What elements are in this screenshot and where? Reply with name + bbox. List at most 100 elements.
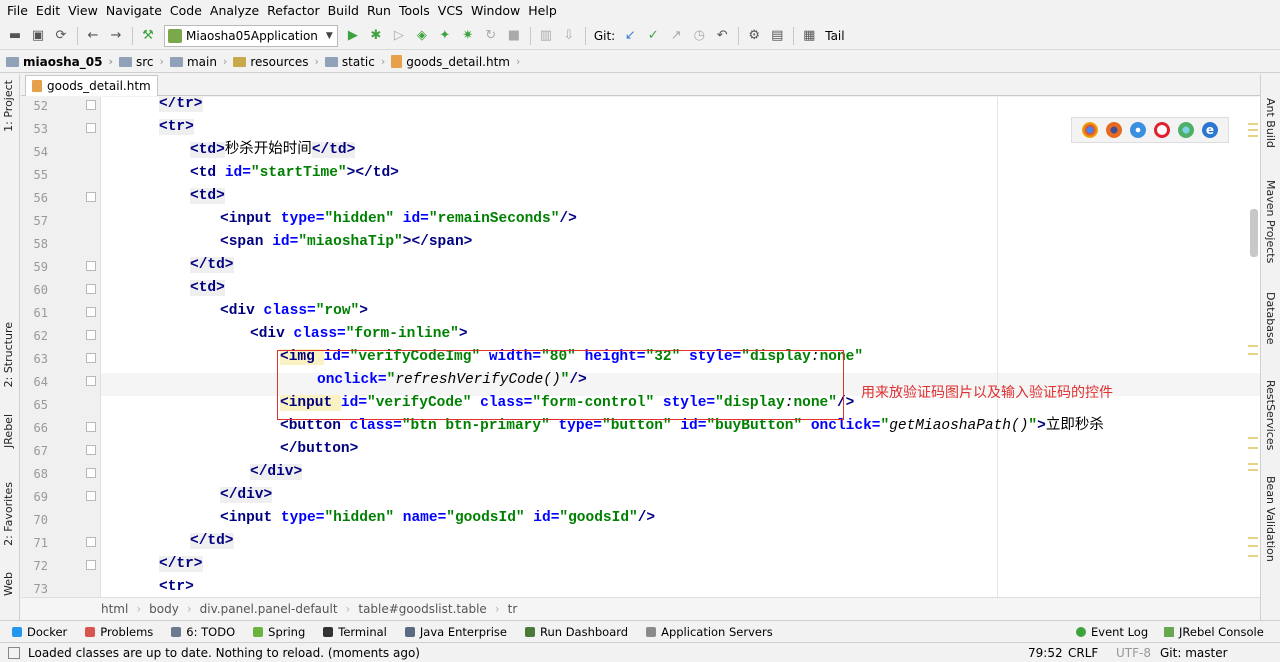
stripe-mark[interactable] bbox=[1248, 129, 1258, 131]
tool-tab-web[interactable]: Web bbox=[2, 572, 15, 596]
breadcrumb-tr[interactable]: tr bbox=[508, 602, 518, 616]
tool-run-dashboard[interactable]: Run Dashboard bbox=[524, 625, 628, 639]
run-icon[interactable]: ▶ bbox=[342, 25, 364, 47]
tool-jrebel-console[interactable]: JRebel Console bbox=[1164, 621, 1264, 643]
tool-event-log[interactable]: Event Log bbox=[1076, 621, 1148, 643]
menu-window[interactable]: Window bbox=[467, 0, 524, 22]
project-structure-icon[interactable]: ▤ bbox=[766, 25, 788, 47]
stripe-mark[interactable] bbox=[1248, 469, 1258, 471]
tool-tab-bean-validation[interactable]: Bean Validation bbox=[1264, 476, 1277, 562]
opera-icon[interactable] bbox=[1154, 122, 1170, 138]
menu-run[interactable]: Run bbox=[363, 0, 395, 22]
stripe-mark[interactable] bbox=[1248, 437, 1258, 439]
stripe-mark[interactable] bbox=[1248, 123, 1258, 125]
deploy-icon[interactable]: ▥ bbox=[535, 25, 557, 47]
tool-java-enterprise[interactable]: Java Enterprise bbox=[404, 625, 507, 639]
build-hammer-icon[interactable]: ⚒ bbox=[137, 25, 159, 47]
fold-marker[interactable] bbox=[86, 261, 96, 271]
breadcrumb-div[interactable]: div.panel.panel-default bbox=[200, 602, 338, 616]
editor-tab-goods-detail[interactable]: goods_detail.htm bbox=[25, 75, 158, 96]
stripe-mark[interactable] bbox=[1248, 463, 1258, 465]
fold-marker[interactable] bbox=[86, 353, 96, 363]
fold-marker[interactable] bbox=[86, 491, 96, 501]
stripe-mark[interactable] bbox=[1248, 353, 1258, 355]
open-folder-icon[interactable]: ▬ bbox=[4, 25, 26, 47]
fold-marker[interactable] bbox=[86, 468, 96, 478]
debug-bug-icon[interactable]: ✱ bbox=[365, 25, 387, 47]
menu-code[interactable]: Code bbox=[166, 0, 206, 22]
vertical-scrollbar-thumb[interactable] bbox=[1250, 209, 1258, 257]
tool-tab-project[interactable]: 1: Project bbox=[2, 80, 15, 132]
fold-marker[interactable] bbox=[86, 100, 96, 110]
menu-analyze[interactable]: Analyze bbox=[206, 0, 263, 22]
tool-tab-database[interactable]: Database bbox=[1264, 292, 1277, 345]
fold-marker[interactable] bbox=[86, 445, 96, 455]
git-update-icon[interactable]: ↙ bbox=[619, 25, 641, 47]
menu-build[interactable]: Build bbox=[324, 0, 363, 22]
menu-help[interactable]: Help bbox=[524, 0, 561, 22]
fold-marker[interactable] bbox=[86, 307, 96, 317]
stripe-mark[interactable] bbox=[1248, 545, 1258, 547]
file-encoding[interactable]: UTF-8 bbox=[1116, 643, 1151, 662]
fold-marker[interactable] bbox=[86, 422, 96, 432]
crumb-file[interactable]: goods_detail.htm › bbox=[391, 55, 520, 69]
edge-icon[interactable]: e bbox=[1202, 122, 1218, 138]
stripe-mark[interactable] bbox=[1248, 537, 1258, 539]
breadcrumb-table[interactable]: table#goodslist.table bbox=[358, 602, 486, 616]
forward-arrow-icon[interactable]: → bbox=[105, 25, 127, 47]
stripe-mark[interactable] bbox=[1248, 345, 1258, 347]
back-arrow-icon[interactable]: ← bbox=[82, 25, 104, 47]
vcs-operations-icon[interactable]: ▦ bbox=[798, 25, 820, 47]
menu-view[interactable]: View bbox=[64, 0, 102, 22]
fold-marker[interactable] bbox=[86, 560, 96, 570]
stripe-mark[interactable] bbox=[1248, 135, 1258, 137]
git-revert-icon[interactable]: ↶ bbox=[711, 25, 733, 47]
tool-terminal[interactable]: Terminal bbox=[323, 625, 387, 639]
fold-marker[interactable] bbox=[86, 123, 96, 133]
fold-marker[interactable] bbox=[86, 376, 96, 386]
fold-marker[interactable] bbox=[86, 330, 96, 340]
menu-vcs[interactable]: VCS bbox=[434, 0, 467, 22]
breadcrumb-body[interactable]: body bbox=[149, 602, 179, 616]
menu-edit[interactable]: Edit bbox=[32, 0, 64, 22]
stripe-mark[interactable] bbox=[1248, 447, 1258, 449]
crumb-project[interactable]: miaosha_05 › bbox=[6, 55, 113, 69]
crumb-main[interactable]: main › bbox=[169, 55, 227, 69]
git-history-icon[interactable]: ◷ bbox=[688, 25, 710, 47]
fold-marker[interactable] bbox=[86, 537, 96, 547]
chrome-icon[interactable] bbox=[1082, 122, 1098, 138]
tool-problems[interactable]: Problems bbox=[85, 625, 153, 639]
ie-icon[interactable] bbox=[1178, 122, 1194, 138]
menu-refactor[interactable]: Refactor bbox=[263, 0, 323, 22]
tool-windows-toggle-icon[interactable] bbox=[8, 646, 20, 659]
run-configuration-select[interactable]: Miaosha05Application ▼ bbox=[164, 24, 338, 47]
coverage-icon[interactable]: ▷ bbox=[388, 25, 410, 47]
tool-tab-structure[interactable]: 2: Structure bbox=[2, 322, 15, 387]
sync-icon[interactable]: ⟳ bbox=[50, 25, 72, 47]
tool-tab-maven-projects[interactable]: Maven Projects bbox=[1264, 180, 1277, 263]
tool-todo[interactable]: 6: TODO bbox=[171, 625, 235, 639]
status-message[interactable]: Loaded classes are up to date. Nothing t… bbox=[28, 646, 420, 660]
jrebel-run-icon[interactable]: ✦ bbox=[434, 25, 456, 47]
menu-file[interactable]: File bbox=[3, 0, 32, 22]
fold-marker[interactable] bbox=[86, 192, 96, 202]
crumb-static[interactable]: static › bbox=[324, 55, 385, 69]
settings-wrench-icon[interactable]: ⚙ bbox=[743, 25, 765, 47]
caret-position[interactable]: 79:52 bbox=[1028, 643, 1063, 662]
stripe-mark[interactable] bbox=[1248, 555, 1258, 557]
tool-tab-jrebel[interactable]: JRebel bbox=[2, 414, 15, 448]
update-icon[interactable]: ⇩ bbox=[558, 25, 580, 47]
line-separator[interactable]: CRLF bbox=[1068, 643, 1098, 662]
git-push-icon[interactable]: ↗ bbox=[665, 25, 687, 47]
stop-icon[interactable]: ■ bbox=[503, 25, 525, 47]
menu-navigate[interactable]: Navigate bbox=[102, 0, 166, 22]
rerun-icon[interactable]: ↻ bbox=[480, 25, 502, 47]
menu-tools[interactable]: Tools bbox=[395, 0, 434, 22]
tool-spring[interactable]: Spring bbox=[253, 625, 305, 639]
git-branch[interactable]: Git: master bbox=[1160, 643, 1228, 662]
jrebel-debug-icon[interactable]: ✷ bbox=[457, 25, 479, 47]
tail-button[interactable]: Tail bbox=[825, 29, 844, 43]
code-editor[interactable]: 52 53 54 55 56 57 58 59 60 61 62 63 64 6… bbox=[21, 97, 1260, 597]
breadcrumb-html[interactable]: html bbox=[101, 602, 128, 616]
tool-tab-favorites[interactable]: 2: Favorites bbox=[2, 482, 15, 546]
